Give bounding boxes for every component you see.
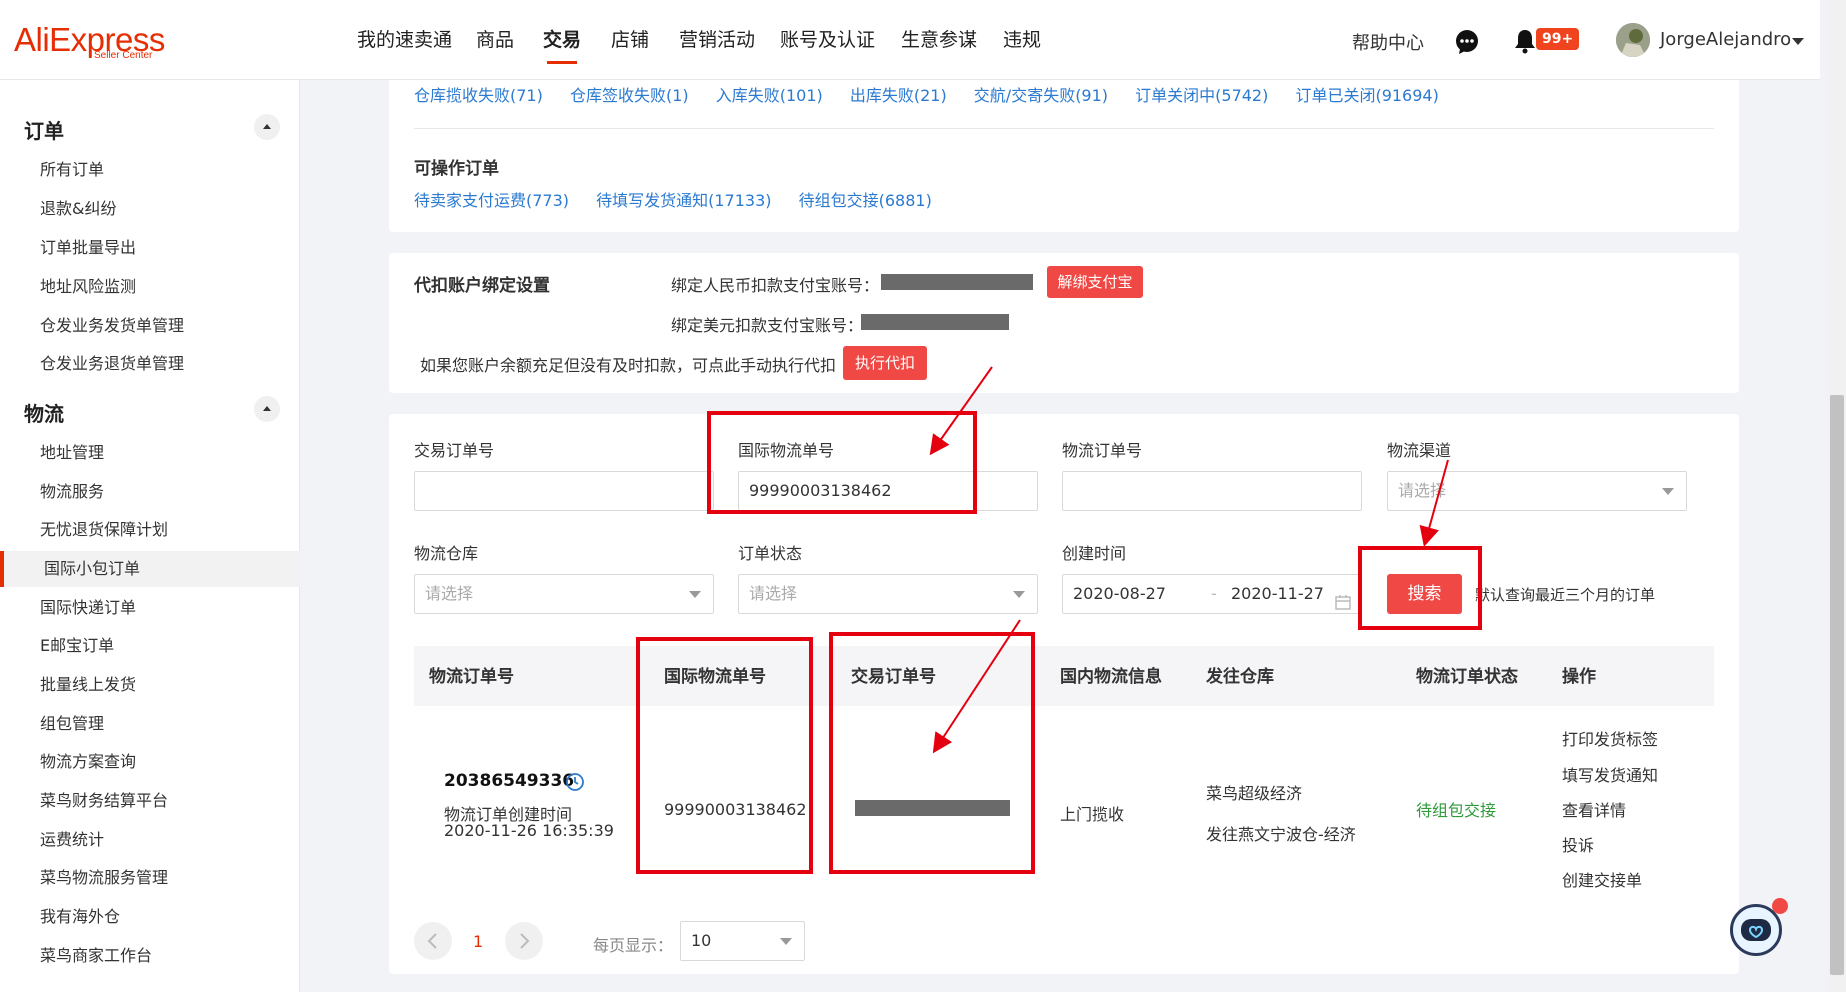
avatar[interactable] xyxy=(1616,23,1650,57)
arrow-to-trade-order xyxy=(932,619,1021,754)
nav-item-account[interactable]: 账号及认证 xyxy=(780,28,875,52)
notification-count-badge: 99+ xyxy=(1536,28,1580,50)
nav-item-violations[interactable]: 违规 xyxy=(1003,28,1041,52)
nav-item-marketing[interactable]: 营销活动 xyxy=(679,28,755,52)
nav-item-my-aliexpress[interactable]: 我的速卖通 xyxy=(357,28,452,52)
assistant-notification-dot xyxy=(1772,898,1788,914)
scrollbar-thumb[interactable] xyxy=(1830,395,1844,975)
nav-item-products[interactable]: 商品 xyxy=(476,28,514,52)
top-navigation-bar: AliExpress Seller Center 我的速卖通 商品 交易 店铺 … xyxy=(0,0,1820,80)
nav-item-store[interactable]: 店铺 xyxy=(611,28,649,52)
chat-bubble-icon[interactable] xyxy=(1454,29,1480,55)
arrow-to-search-button xyxy=(1419,459,1449,547)
help-center-link[interactable]: 帮助中心 xyxy=(1352,29,1424,55)
annotation-arrows xyxy=(929,366,1449,754)
nav-item-business-advisor[interactable]: 生意参谋 xyxy=(901,28,977,52)
nav-item-trade[interactable]: 交易 xyxy=(543,28,581,64)
bell-icon[interactable] xyxy=(1512,28,1538,54)
logo-subtitle: Seller Center xyxy=(94,50,153,61)
aliexpress-logo[interactable]: AliExpress Seller Center xyxy=(14,22,184,66)
chevron-down-icon[interactable] xyxy=(1792,38,1804,45)
arrow-to-tracking-input xyxy=(929,366,993,456)
username-label[interactable]: JorgeAlejandro xyxy=(1660,29,1791,50)
